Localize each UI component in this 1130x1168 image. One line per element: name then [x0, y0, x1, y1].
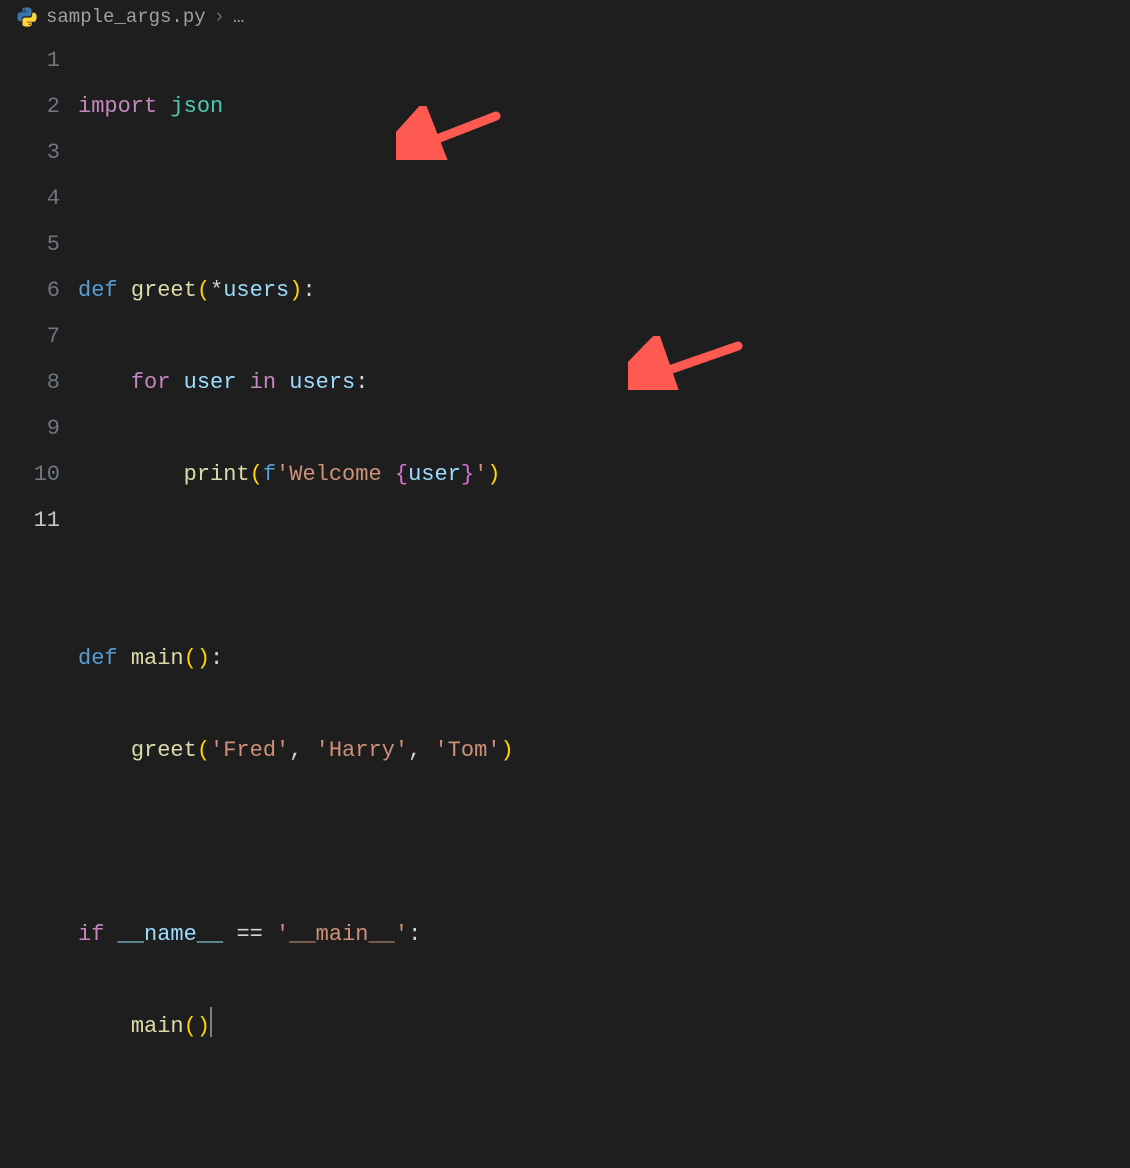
string-welcome: 'Welcome	[276, 462, 395, 487]
func-print: print	[184, 462, 250, 487]
colon: :	[408, 922, 421, 947]
code-content[interactable]: import json def greet(*users): for user …	[78, 34, 1130, 1168]
str-tom: 'Tom'	[434, 738, 500, 763]
paren-close: )	[501, 738, 514, 763]
eq-operator: ==	[236, 922, 262, 947]
line-number[interactable]: 1	[18, 38, 60, 84]
param-users: users	[223, 278, 289, 303]
brace-open: {	[395, 462, 408, 487]
func-greet: greet	[131, 278, 197, 303]
keyword-in: in	[250, 370, 276, 395]
line-number[interactable]: 2	[18, 84, 60, 130]
paren-open: (	[184, 1014, 197, 1039]
var-name: __name__	[118, 922, 224, 947]
call-greet: greet	[131, 738, 197, 763]
python-icon	[16, 6, 38, 28]
line-number[interactable]: 4	[18, 176, 60, 222]
call-main: main	[131, 1014, 184, 1039]
colon: :	[355, 370, 368, 395]
cursor-bracket-highlight	[210, 1007, 212, 1037]
keyword-def: def	[78, 646, 118, 671]
line-number[interactable]: 9	[18, 406, 60, 452]
line-number[interactable]: 11	[18, 498, 60, 544]
chevron-right-icon: ›	[214, 6, 225, 28]
str-mainlit: '__main__'	[276, 922, 408, 947]
paren-open: (	[197, 738, 210, 763]
keyword-import: import	[78, 94, 157, 119]
str-fred: 'Fred'	[210, 738, 289, 763]
paren-close: )	[197, 646, 210, 671]
line-number[interactable]: 6	[18, 268, 60, 314]
var-users: users	[289, 370, 355, 395]
brace-close: }	[461, 462, 474, 487]
keyword-for: for	[131, 370, 171, 395]
var-user: user	[408, 462, 461, 487]
func-main: main	[131, 646, 184, 671]
keyword-def: def	[78, 278, 118, 303]
var-user: user	[184, 370, 237, 395]
keyword-if: if	[78, 922, 104, 947]
paren-open: (	[184, 646, 197, 671]
comma: ,	[289, 738, 302, 763]
paren-close: )	[289, 278, 302, 303]
breadcrumb-filename[interactable]: sample_args.py	[46, 6, 206, 28]
f-prefix: f	[263, 462, 276, 487]
colon: :	[210, 646, 223, 671]
paren-open: (	[197, 278, 210, 303]
line-number[interactable]: 10	[18, 452, 60, 498]
string-closequote: '	[474, 462, 487, 487]
paren-open: (	[250, 462, 263, 487]
module-json: json	[170, 94, 223, 119]
line-number[interactable]: 7	[18, 314, 60, 360]
comma: ,	[408, 738, 421, 763]
star-operator: *	[210, 278, 223, 303]
colon: :	[302, 278, 315, 303]
line-number[interactable]: 5	[18, 222, 60, 268]
line-number-gutter[interactable]: 1 2 3 4 5 6 7 8 9 10 11	[0, 34, 78, 1168]
line-number[interactable]: 8	[18, 360, 60, 406]
code-editor: sample_args.py › … 1 2 3 4 5 6 7 8 9 10 …	[0, 0, 1130, 584]
breadcrumb-ellipsis[interactable]: …	[233, 6, 244, 28]
paren-close: )	[487, 462, 500, 487]
breadcrumb[interactable]: sample_args.py › …	[0, 0, 1130, 34]
line-number[interactable]: 3	[18, 130, 60, 176]
paren-close: )	[197, 1014, 210, 1039]
str-harry: 'Harry'	[316, 738, 408, 763]
